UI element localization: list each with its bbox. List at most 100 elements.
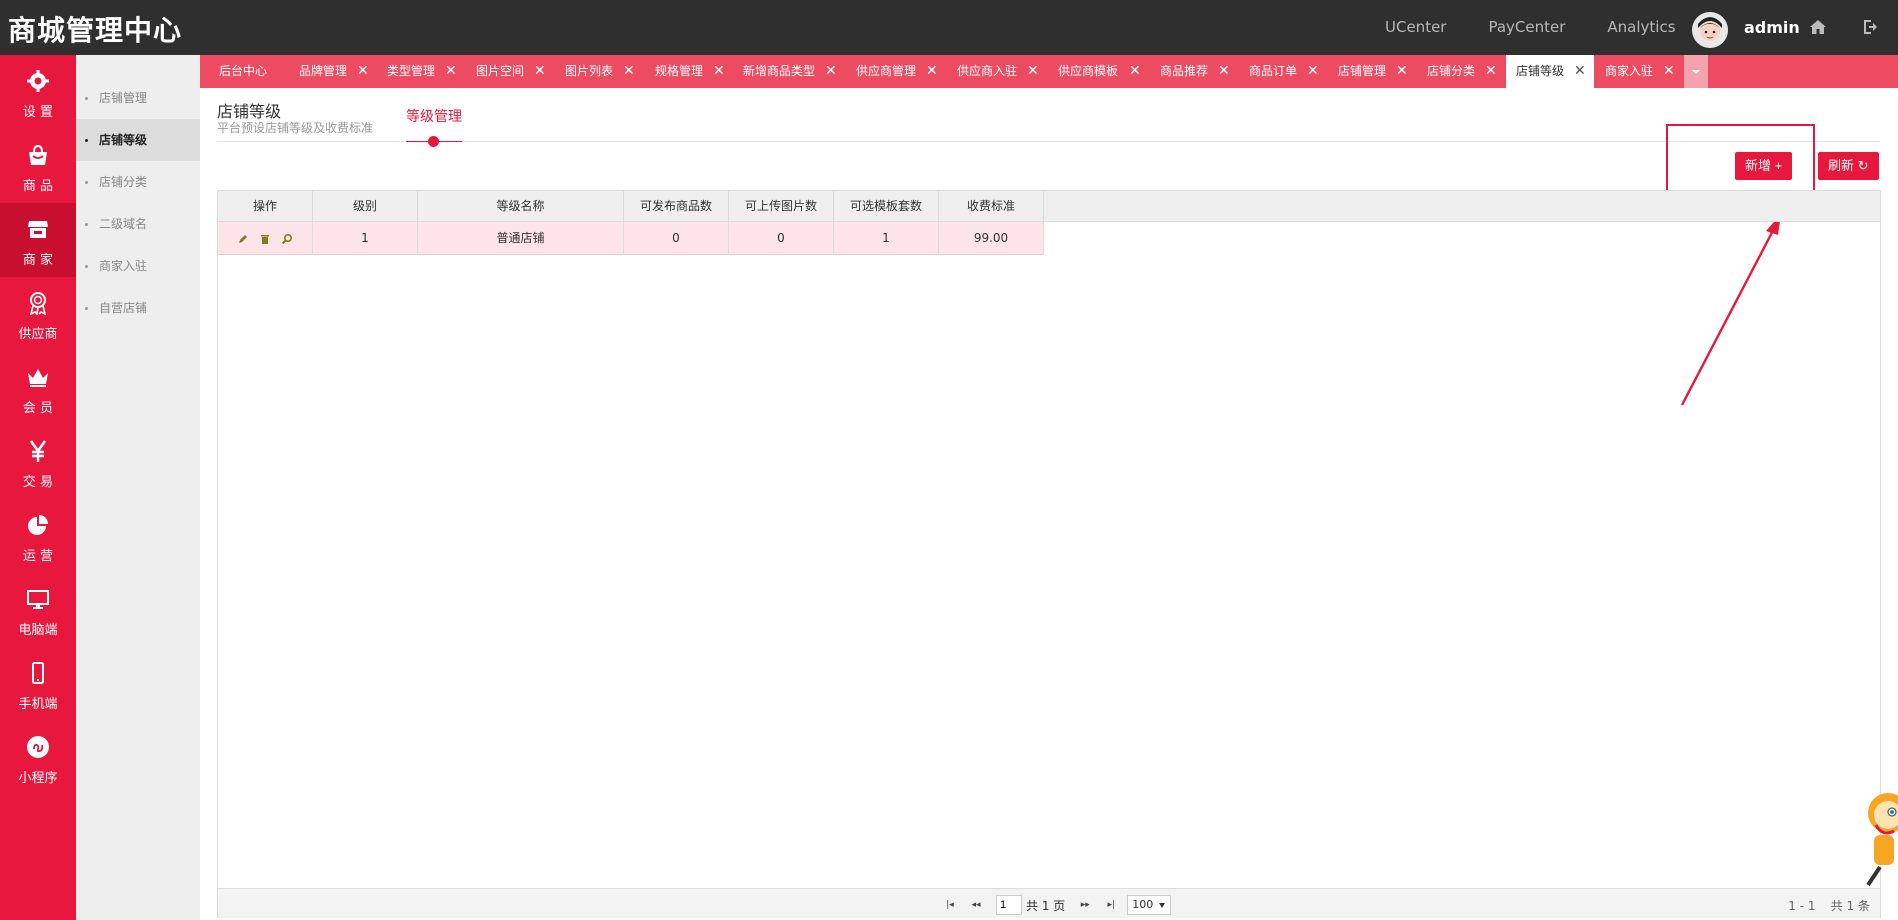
- mascot-image: [1866, 793, 1898, 887]
- nav-item-goods[interactable]: 商 品: [0, 129, 76, 203]
- nav-item-settings[interactable]: 设 置: [0, 55, 76, 129]
- subnav-item-store-category[interactable]: 店铺分类: [76, 161, 200, 203]
- col-header-fee: 收费标准: [939, 191, 1044, 222]
- monitor-icon: [27, 590, 49, 609]
- close-icon[interactable]: ✕: [445, 55, 457, 88]
- sub-nav: 店铺管理 店铺等级 店铺分类 二级域名 商家入驻 自营店铺: [76, 55, 200, 920]
- logout-icon[interactable]: [1862, 18, 1880, 36]
- analytics-link[interactable]: Analytics: [1607, 18, 1675, 36]
- close-icon[interactable]: ✕: [926, 55, 938, 88]
- view-icon[interactable]: [281, 233, 293, 245]
- nav-label: 设 置: [22, 105, 54, 120]
- cell-image-count: 0: [729, 222, 834, 255]
- col-header-image-count: 可上传图片数: [729, 191, 834, 222]
- shopping-bag-icon: [29, 144, 47, 165]
- avatar[interactable]: [1692, 12, 1728, 48]
- yen-icon: [29, 440, 47, 462]
- home-icon[interactable]: [1808, 17, 1828, 37]
- top-links: UCenter PayCenter Analytics: [1385, 18, 1718, 36]
- nav-item-merchant[interactable]: 商 家: [0, 203, 82, 277]
- subnav-item-store-manage[interactable]: 店铺管理: [76, 77, 200, 119]
- table-header: 操作 级别 等级名称 可发布商品数 可上传图片数 可选模板套数 收费标准: [218, 191, 1880, 222]
- nav-label: 交 易: [22, 475, 54, 490]
- pager-bar: |◂ ◂◂ 共 1 页 ▸▸ ▸| 100 1 - 1 共 1 条: [218, 888, 1880, 918]
- tab-store-category[interactable]: 店铺分类: [1427, 55, 1475, 88]
- crown-icon: [28, 369, 48, 387]
- close-icon[interactable]: ✕: [1396, 55, 1408, 88]
- close-icon[interactable]: ✕: [1218, 55, 1230, 88]
- level-table: 操作 级别 等级名称 可发布商品数 可上传图片数 可选模板套数 收费标准 1 普…: [217, 190, 1881, 918]
- tab-image-space[interactable]: 图片空间: [476, 55, 524, 88]
- nav-item-mobile[interactable]: 手机端: [0, 647, 76, 721]
- col-header-name: 等级名称: [418, 191, 624, 222]
- record-range: 1 - 1: [1788, 899, 1816, 913]
- subnav-item-merchant-entry[interactable]: 商家入驻: [76, 245, 200, 287]
- tab-type[interactable]: 类型管理: [387, 55, 435, 88]
- nav-label: 电脑端: [18, 623, 58, 638]
- mini-program-icon: [27, 736, 49, 758]
- tab-image-list[interactable]: 图片列表: [565, 55, 613, 88]
- tab-goods-order[interactable]: 商品订单: [1249, 55, 1297, 88]
- step-tab-level-manage[interactable]: 等级管理: [406, 106, 462, 126]
- tab-supplier-entry[interactable]: 供应商入驻: [957, 55, 1017, 88]
- tab-new-goods-type[interactable]: 新增商品类型: [743, 55, 815, 88]
- first-page-icon[interactable]: |◂: [940, 897, 960, 913]
- delete-icon[interactable]: [259, 233, 271, 245]
- close-icon[interactable]: ✕: [1663, 55, 1675, 88]
- row-actions: [218, 222, 313, 255]
- app-title: 商城管理中心: [8, 14, 183, 47]
- page-number-input[interactable]: [996, 895, 1022, 915]
- tab-spec[interactable]: 规格管理: [655, 55, 703, 88]
- top-header: 商城管理中心 UCenter PayCenter Analytics admin: [0, 0, 1898, 55]
- close-icon[interactable]: ✕: [1485, 55, 1497, 88]
- col-header-template-count: 可选模板套数: [834, 191, 939, 222]
- tab-more-dropdown[interactable]: [1684, 55, 1708, 88]
- col-header-level: 级别: [313, 191, 418, 222]
- close-icon[interactable]: ✕: [357, 55, 369, 88]
- close-icon[interactable]: ✕: [825, 55, 837, 88]
- close-icon[interactable]: ✕: [1129, 55, 1141, 88]
- next-page-icon[interactable]: ▸▸: [1075, 897, 1095, 913]
- close-icon[interactable]: ✕: [1307, 55, 1319, 88]
- ucenter-link[interactable]: UCenter: [1385, 18, 1446, 36]
- table-row[interactable]: 1 普通店铺 0 0 1 99.00: [218, 222, 1044, 255]
- page-subtitle: 平台预设店铺等级及收费标准: [217, 121, 374, 135]
- nav-item-supplier[interactable]: 供应商: [0, 277, 76, 351]
- close-icon[interactable]: ✕: [623, 55, 635, 88]
- close-icon[interactable]: ✕: [1574, 55, 1586, 88]
- col-header-actions: 操作: [218, 191, 313, 222]
- tab-store-manage[interactable]: 店铺管理: [1338, 55, 1386, 88]
- record-total: 共 1 条: [1830, 899, 1870, 913]
- tab-dashboard[interactable]: 后台中心: [219, 55, 267, 88]
- nav-item-trade[interactable]: 交 易: [0, 425, 76, 499]
- tab-supplier-template[interactable]: 供应商模板: [1058, 55, 1118, 88]
- edit-icon[interactable]: [237, 233, 249, 245]
- nav-item-operations[interactable]: 运 营: [0, 499, 76, 573]
- nav-item-miniprogram[interactable]: 小程序: [0, 721, 76, 795]
- cell-fee: 99.00: [939, 222, 1044, 255]
- prev-page-icon[interactable]: ◂◂: [966, 897, 986, 913]
- tab-brand[interactable]: 品牌管理: [299, 55, 347, 88]
- refresh-button[interactable]: 刷新 ↻: [1818, 152, 1879, 180]
- cell-goods-count: 0: [624, 222, 729, 255]
- nav-item-member[interactable]: 会 员: [0, 351, 76, 425]
- subnav-item-store-level[interactable]: 店铺等级: [76, 119, 200, 161]
- tab-supplier-manage[interactable]: 供应商管理: [856, 55, 916, 88]
- subnav-item-self-store[interactable]: 自营店铺: [76, 287, 200, 329]
- nav-item-pc[interactable]: 电脑端: [0, 573, 76, 647]
- gear-icon: [27, 70, 49, 92]
- close-icon[interactable]: ✕: [713, 55, 725, 88]
- cell-level: 1: [313, 222, 418, 255]
- tab-goods-recommend[interactable]: 商品推荐: [1160, 55, 1208, 88]
- tab-merchant-entry[interactable]: 商家入驻: [1605, 55, 1653, 88]
- main-nav: 设 置 商 品 商 家 供应商 会 员 交 易 运 营 电脑端 手机端 小程序: [0, 55, 82, 920]
- last-page-icon[interactable]: ▸|: [1101, 897, 1121, 913]
- store-icon: [28, 221, 48, 238]
- close-icon[interactable]: ✕: [534, 55, 546, 88]
- paycenter-link[interactable]: PayCenter: [1488, 18, 1565, 36]
- page-size-select[interactable]: 100: [1127, 895, 1172, 915]
- subnav-item-subdomain[interactable]: 二级域名: [76, 203, 200, 245]
- record-info: 1 - 1 共 1 条: [1788, 897, 1870, 914]
- username[interactable]: admin: [1744, 18, 1800, 37]
- close-icon[interactable]: ✕: [1027, 55, 1039, 88]
